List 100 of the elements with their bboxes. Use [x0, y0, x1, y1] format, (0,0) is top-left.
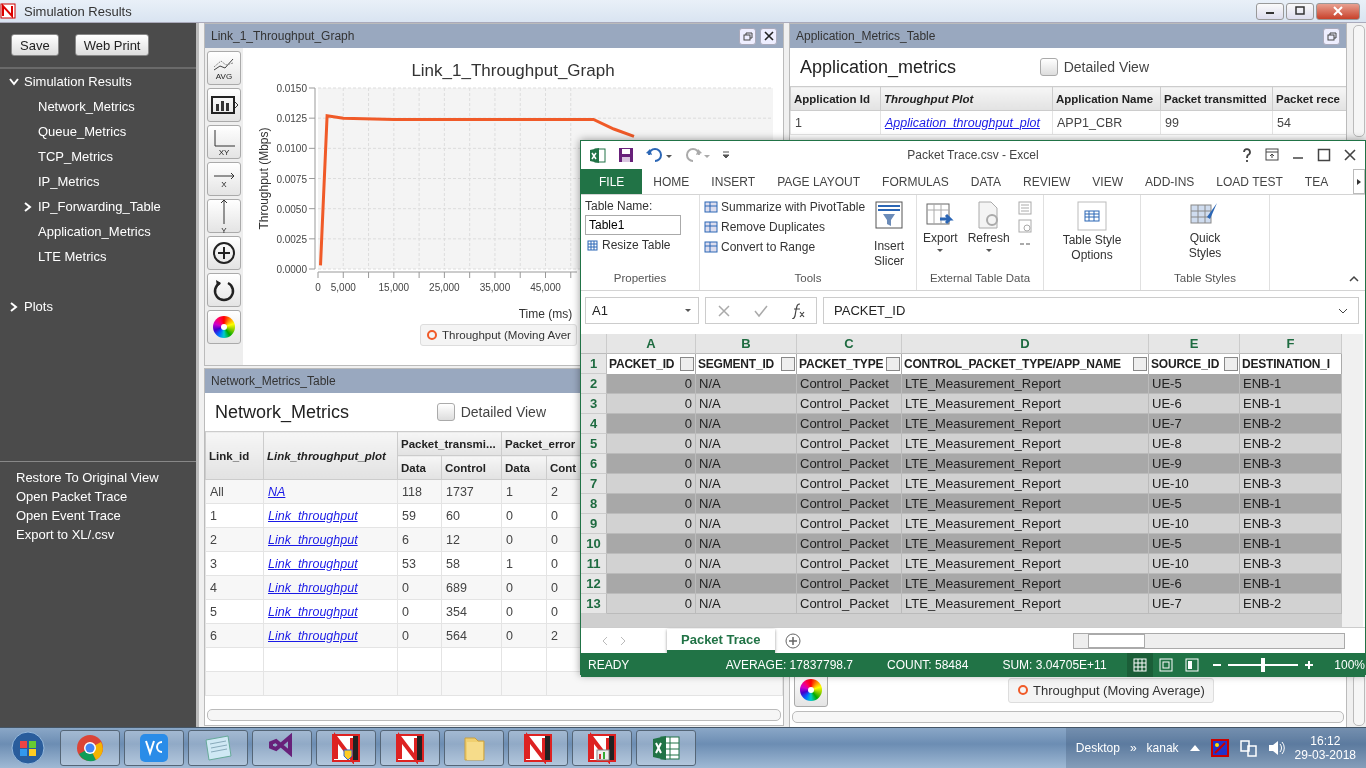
toolbar-button[interactable]: Web Print: [74, 34, 150, 56]
zoom-tool-button[interactable]: [207, 236, 241, 270]
ribbon-tab[interactable]: REVIEW: [1012, 169, 1082, 194]
tree-item[interactable]: Queue_Metrics: [38, 124, 127, 139]
column-letter[interactable]: C: [797, 334, 902, 354]
ribbon-display-icon[interactable]: [1265, 148, 1279, 162]
horizontal-scrollbar[interactable]: [792, 711, 1344, 723]
ribbon-tab[interactable]: DATA: [959, 169, 1012, 194]
row-number[interactable]: 6: [581, 454, 607, 474]
zoom-level[interactable]: 100%: [1334, 658, 1365, 672]
column-letter[interactable]: F: [1240, 334, 1342, 354]
row-number[interactable]: 9: [581, 514, 607, 534]
ribbon-tab[interactable]: HOME: [642, 169, 701, 194]
table-style-options-button[interactable]: Table Style Options: [1048, 199, 1136, 272]
desktop-toolbar-label[interactable]: Desktop: [1075, 741, 1120, 755]
ribbon-tab[interactable]: LOAD TEST: [1205, 169, 1294, 194]
insert-function-icon[interactable]: [790, 302, 805, 319]
row-number[interactable]: 1: [581, 354, 607, 374]
row-number[interactable]: 5: [581, 434, 607, 454]
ribbon-button[interactable]: Convert to Range: [704, 239, 866, 255]
restore-button[interactable]: [739, 27, 756, 45]
ribbon-tab[interactable]: FORMULAS: [871, 169, 960, 194]
toolbar-chevron[interactable]: »: [1129, 741, 1137, 755]
sidebar-link[interactable]: Export to XL/.csv: [16, 527, 180, 542]
quick-styles-button[interactable]: Quick Styles: [1175, 199, 1235, 272]
user-label[interactable]: kanak: [1146, 741, 1179, 755]
taskbar-app-button[interactable]: [380, 730, 440, 766]
zoom-thumb[interactable]: [1261, 658, 1266, 672]
undo-icon[interactable]: [646, 147, 672, 163]
checkbox[interactable]: [436, 403, 455, 421]
export-button[interactable]: Export: [921, 199, 960, 272]
ribbon-button[interactable]: Summarize with PivotTable: [704, 199, 866, 215]
tree-item[interactable]: IP_Metrics: [38, 174, 100, 189]
reset-tool-button[interactable]: [207, 273, 241, 307]
zoom-in-icon[interactable]: [1304, 660, 1315, 670]
start-orb-icon[interactable]: [11, 731, 45, 765]
maximize-icon[interactable]: [1317, 148, 1331, 162]
filter-dropdown[interactable]: [1224, 357, 1238, 371]
column-letter[interactable]: A: [607, 334, 696, 354]
chevron-right-icon[interactable]: [22, 200, 34, 213]
filter-dropdown[interactable]: [886, 357, 900, 371]
vertical-scrollbar[interactable]: [1353, 674, 1365, 726]
tree-item[interactable]: TCP_Metrics: [38, 149, 114, 164]
tree-item[interactable]: Simulation Results: [24, 74, 132, 89]
minimize-button[interactable]: [1256, 2, 1284, 20]
speaker-icon[interactable]: [1266, 739, 1285, 757]
scroll-tabs-button[interactable]: [1353, 169, 1365, 194]
tree-item[interactable]: Application_Metrics: [38, 224, 151, 239]
ribbon-tab[interactable]: PAGE LAYOUT: [766, 169, 872, 194]
ribbon-tab[interactable]: VIEW: [1081, 169, 1134, 194]
flag-icon[interactable]: [1210, 739, 1229, 757]
sidebar-link[interactable]: Open Event Trace: [16, 508, 180, 523]
filter-dropdown[interactable]: [1133, 357, 1147, 371]
sidebar-link[interactable]: Open Packet Trace: [16, 489, 180, 504]
collapse-ribbon-icon[interactable]: [1349, 274, 1359, 284]
vertical-scrollbar[interactable]: [1353, 25, 1365, 137]
taskbar-app-button[interactable]: [508, 730, 568, 766]
detailed-view-checkbox[interactable]: Detailed View: [1039, 58, 1149, 76]
tree-item[interactable]: LTE Metrics: [38, 249, 107, 264]
row-number[interactable]: 12: [581, 574, 607, 594]
formula-field[interactable]: PACKET_ID: [823, 297, 1359, 324]
tree-item[interactable]: Plots: [24, 299, 53, 314]
chevron-right-icon[interactable]: [8, 300, 20, 313]
refresh-button[interactable]: Refresh: [965, 199, 1012, 272]
checkbox[interactable]: [1039, 58, 1058, 76]
add-sheet-icon[interactable]: [784, 632, 801, 649]
tree-item[interactable]: Network_Metrics: [38, 99, 135, 114]
help-icon[interactable]: [1241, 148, 1253, 162]
column-letter[interactable]: D: [902, 334, 1149, 354]
network-icon[interactable]: [1238, 739, 1257, 757]
row-number[interactable]: 4: [581, 414, 607, 434]
filter-dropdown[interactable]: [680, 357, 694, 371]
vertical-scrollbar[interactable]: [1342, 334, 1363, 627]
maximize-button[interactable]: [1286, 2, 1314, 20]
color-tool-button[interactable]: [207, 310, 241, 344]
save-icon[interactable]: [618, 147, 634, 163]
row-number[interactable]: 2: [581, 374, 607, 394]
row-number[interactable]: 8: [581, 494, 607, 514]
horizontal-scrollbar[interactable]: [207, 709, 781, 721]
column-letter[interactable]: E: [1149, 334, 1240, 354]
xy-tool-button[interactable]: XY: [207, 125, 241, 159]
row-number[interactable]: 7: [581, 474, 607, 494]
ribbon-tab[interactable]: TEA: [1293, 169, 1340, 194]
sidebar-link[interactable]: Restore To Original View: [16, 470, 180, 485]
column-letter[interactable]: B: [696, 334, 797, 354]
y-tool-button[interactable]: Y: [207, 199, 241, 233]
ribbon-button[interactable]: Remove Duplicates: [704, 219, 866, 235]
close-icon[interactable]: [1343, 148, 1357, 162]
table-name-field[interactable]: Table1: [585, 215, 681, 235]
row-number[interactable]: 11: [581, 554, 607, 574]
avg-tool-button[interactable]: AVG: [207, 51, 241, 85]
normal-view-button[interactable]: [1126, 653, 1153, 677]
horizontal-scrollbar[interactable]: [1073, 632, 1345, 649]
row-number[interactable]: 10: [581, 534, 607, 554]
row-number[interactable]: 13: [581, 594, 607, 614]
bars-tool-button[interactable]: [207, 88, 241, 122]
clock[interactable]: 16:12 29-03-2018: [1294, 734, 1356, 762]
ribbon-tab[interactable]: INSERT: [700, 169, 767, 194]
x-tool-button[interactable]: X: [207, 162, 241, 196]
taskbar-app-button[interactable]: [572, 730, 632, 766]
